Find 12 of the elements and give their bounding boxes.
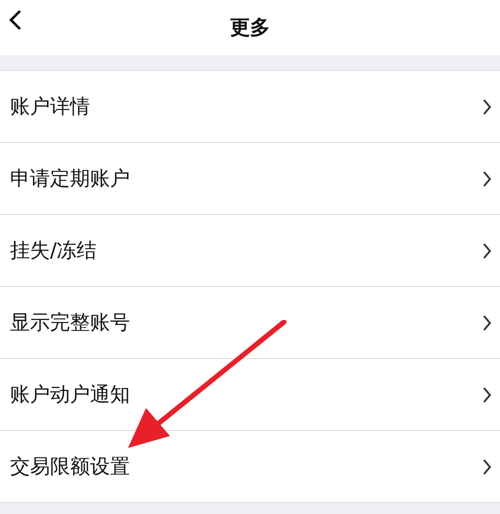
page-title: 更多 — [230, 14, 270, 41]
chevron-icon — [482, 314, 492, 332]
menu-item[interactable]: 挂失/冻结 — [0, 215, 500, 287]
chevron-icon — [482, 242, 492, 260]
chevron-icon — [482, 170, 492, 188]
back-icon[interactable] — [8, 9, 22, 31]
chevron-icon — [482, 458, 492, 476]
menu-item[interactable]: 账户详情 — [0, 71, 500, 143]
chevron-icon — [482, 98, 492, 116]
menu-item[interactable]: 申请定期账户 — [0, 143, 500, 215]
chevron-icon — [482, 386, 492, 404]
menu-item[interactable]: 显示完整账号 — [0, 287, 500, 359]
